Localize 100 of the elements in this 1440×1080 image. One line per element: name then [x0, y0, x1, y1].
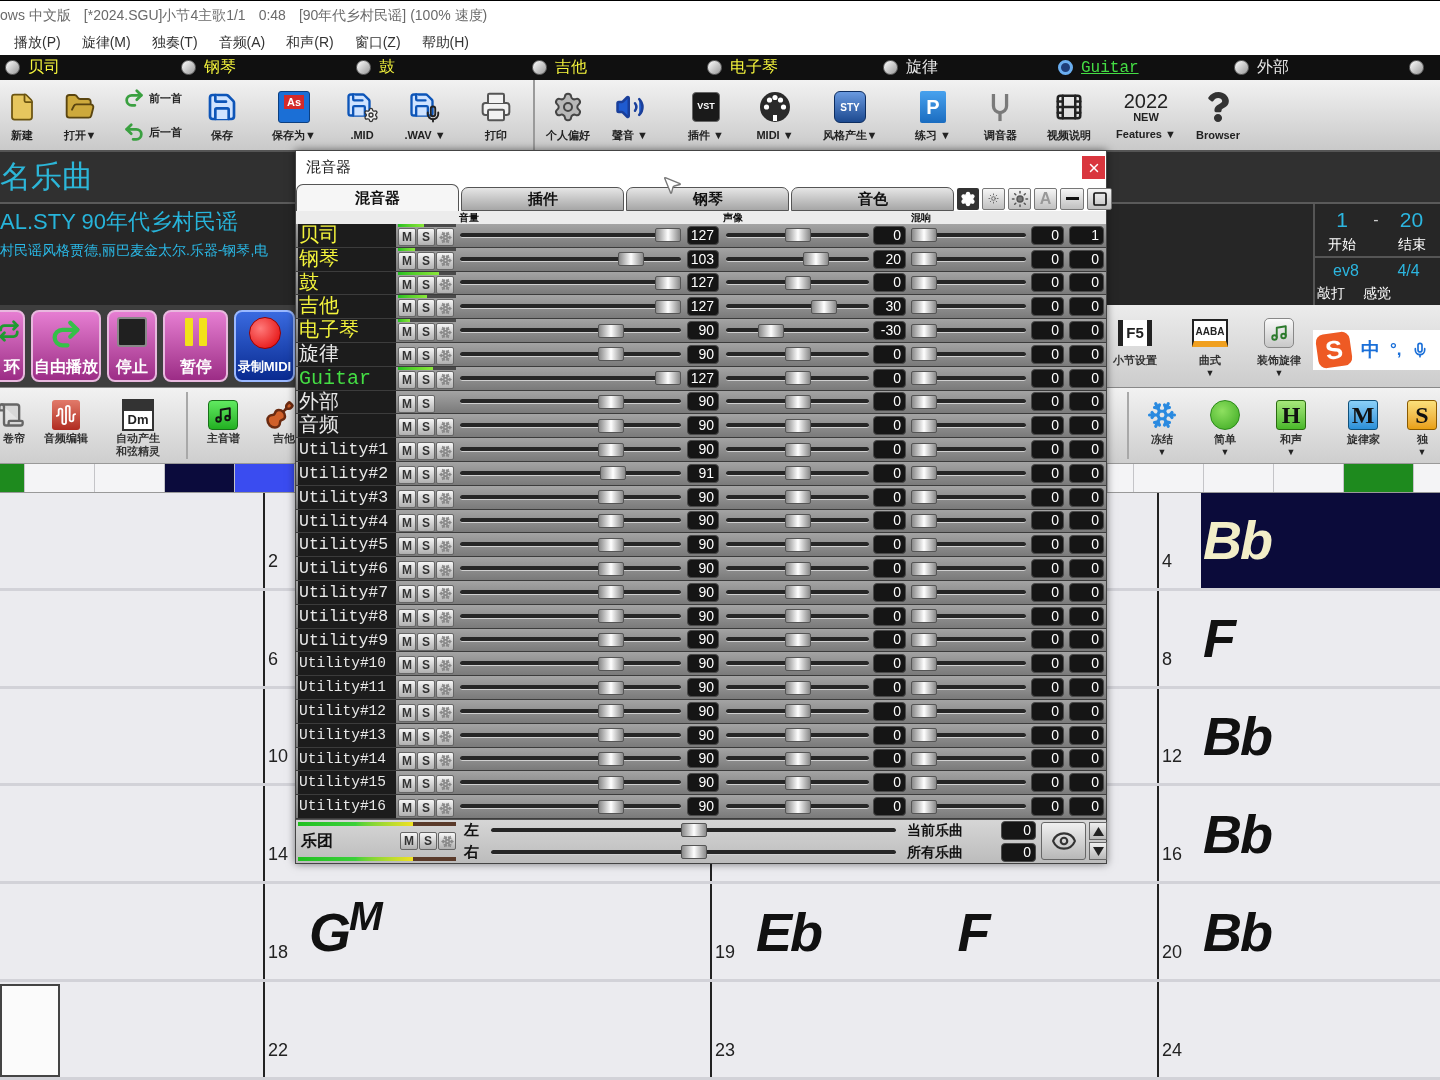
slider-thumb[interactable] [784, 585, 811, 600]
volume-slider[interactable] [460, 751, 681, 766]
mute-button[interactable]: M [398, 656, 416, 675]
volume-slider[interactable] [460, 394, 681, 409]
reverb-slider[interactable] [911, 728, 1026, 743]
chord-symbol[interactable]: F [955, 904, 989, 959]
reverb-slider[interactable] [911, 490, 1026, 505]
reverb-slider[interactable] [911, 632, 1026, 647]
toolbar-button[interactable]: 2022 NEW Features ▼ [1106, 80, 1186, 150]
channel-name[interactable]: Utility#10 [298, 652, 396, 676]
mute-button[interactable]: M [398, 347, 416, 365]
toolbar-button[interactable]: .WAV ▼ [386, 80, 464, 150]
mute-button[interactable]: M [398, 418, 416, 437]
solo-button[interactable]: S [417, 489, 435, 508]
radio-button[interactable] [5, 60, 20, 75]
menu-item[interactable]: 和声(R) [286, 32, 334, 53]
pan-slider[interactable] [726, 228, 869, 243]
volume-slider[interactable] [460, 418, 681, 433]
toolbar-button[interactable]: 打印 [464, 80, 528, 150]
slider-thumb[interactable] [680, 845, 707, 860]
slider-thumb[interactable] [598, 418, 625, 433]
track-label[interactable]: 电子琴 [730, 57, 778, 78]
slider-thumb[interactable] [655, 299, 681, 314]
solo-button[interactable]: S [417, 465, 435, 484]
channel-name[interactable]: 外部 [298, 390, 396, 414]
mute-button[interactable]: M [398, 370, 416, 389]
slider-thumb[interactable] [911, 442, 937, 457]
toolbar-button[interactable]: 聲音 ▼ [596, 80, 664, 150]
pan-slider[interactable] [726, 490, 869, 505]
toolbar-button[interactable]: 卷帘 [0, 388, 30, 463]
toolbar-button[interactable]: M 旋律家 [1327, 388, 1399, 463]
toolbar-button[interactable]: STY 风格产生▼ [802, 80, 898, 150]
volume-slider[interactable] [460, 632, 681, 647]
effects-button[interactable] [436, 537, 454, 556]
volume-slider[interactable] [460, 585, 681, 600]
slider-thumb[interactable] [784, 418, 811, 433]
pan-slider[interactable] [726, 418, 869, 433]
volume-slider[interactable] [460, 323, 681, 338]
slider-thumb[interactable] [680, 823, 707, 838]
effects-button[interactable] [436, 561, 454, 580]
slider-thumb[interactable] [655, 276, 681, 290]
slider-thumb[interactable] [784, 609, 811, 624]
effects-button[interactable] [438, 832, 456, 851]
pan-slider[interactable] [726, 347, 869, 362]
channel-name[interactable]: Utility#12 [298, 699, 396, 723]
effects-button[interactable] [436, 584, 454, 603]
chord-symbol[interactable]: Eb [754, 904, 821, 959]
menu-item[interactable]: 帮助(H) [421, 32, 469, 53]
volume-slider[interactable] [460, 347, 681, 362]
slider-thumb[interactable] [784, 490, 811, 505]
slider-thumb[interactable] [784, 656, 811, 671]
toolbar-button[interactable]: F5 小节设置 [1107, 317, 1163, 367]
reverb-slider[interactable] [911, 799, 1026, 814]
channel-name[interactable]: Utility#1 [298, 438, 396, 461]
toolbar-button[interactable]: 打开▼ [44, 80, 116, 150]
solo-button[interactable]: S [417, 703, 435, 722]
volume-slider[interactable] [460, 799, 681, 814]
pan-slider[interactable] [726, 585, 869, 600]
reverb-slider[interactable] [911, 609, 1026, 624]
toolbar-button[interactable]: H 和声 ▼ [1255, 388, 1327, 463]
mute-button[interactable]: M [398, 299, 416, 318]
track-label[interactable]: 贝司 [28, 57, 60, 78]
tab[interactable]: 插件 [461, 187, 624, 211]
slider-thumb[interactable] [784, 466, 811, 481]
solo-button[interactable]: S [417, 799, 435, 818]
slider-thumb[interactable] [784, 680, 811, 695]
slider-thumb[interactable] [911, 490, 937, 505]
solo-button[interactable]: S [417, 275, 435, 294]
reverb-slider[interactable] [911, 704, 1026, 719]
radio-button[interactable] [531, 60, 547, 75]
scroll-down-button[interactable] [1089, 842, 1107, 861]
toolbar-button[interactable]: 保存 [194, 80, 250, 150]
timeline-cell[interactable] [165, 464, 235, 492]
slider-thumb[interactable] [784, 775, 811, 790]
slider-thumb[interactable] [911, 609, 937, 624]
slider-thumb[interactable] [655, 228, 681, 243]
solo-button[interactable]: S [417, 251, 435, 270]
reverb-slider[interactable] [911, 751, 1026, 766]
transport-button[interactable]: 暂停 [163, 310, 228, 382]
menu-item[interactable]: 音频(A) [218, 32, 266, 53]
volume-slider[interactable] [460, 704, 681, 719]
mute-button[interactable]: M [398, 608, 416, 627]
track-label[interactable]: 外部 [1256, 57, 1289, 78]
pan-slider[interactable] [726, 466, 869, 481]
mute-button[interactable]: M [398, 323, 416, 342]
pan-slider[interactable] [726, 537, 869, 552]
effects-button[interactable] [436, 656, 454, 675]
eye-button[interactable] [1041, 822, 1086, 861]
channel-name[interactable]: Utility#16 [298, 795, 396, 818]
slider-thumb[interactable] [598, 490, 625, 505]
toolbar-button[interactable]: 吉他 [246, 388, 295, 463]
reverb-slider[interactable] [911, 228, 1026, 243]
reverb-slider[interactable] [911, 680, 1026, 695]
slider-thumb[interactable] [598, 704, 625, 719]
mute-button[interactable]: M [398, 513, 416, 532]
volume-slider[interactable] [460, 276, 681, 290]
track-label[interactable]: 旋律 [905, 57, 938, 78]
toolbar-button[interactable]: MIDI ▼ [748, 80, 802, 150]
volume-slider[interactable] [460, 609, 681, 624]
channel-name[interactable]: Utility#6 [298, 557, 396, 580]
